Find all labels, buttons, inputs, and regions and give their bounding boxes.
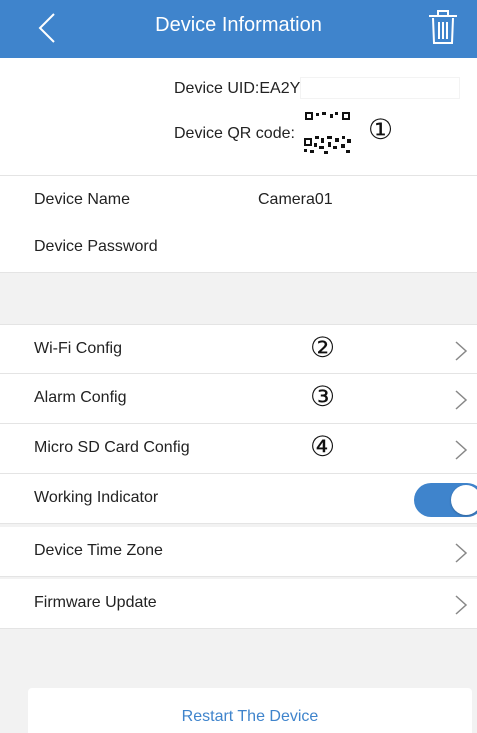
device-uid-label: Device UID:EA2Y: [174, 80, 301, 97]
chevron-right-icon[interactable]: [453, 339, 469, 363]
chevron-right-icon[interactable]: [453, 541, 469, 565]
device-name-value: Camera01: [258, 191, 333, 208]
device-time-zone-label: Device Time Zone: [34, 542, 163, 559]
firmware-update-label: Firmware Update: [34, 594, 157, 611]
sd-card-config-row[interactable]: Micro SD Card Config ④: [0, 424, 477, 474]
working-indicator-toggle[interactable]: [414, 483, 477, 517]
annotation-marker-1: ①: [368, 114, 394, 145]
device-password-row[interactable]: Device Password: [0, 223, 477, 273]
annotation-marker-4: ④: [310, 431, 336, 462]
chevron-right-icon[interactable]: [453, 438, 469, 462]
device-qr-label: Device QR code:: [174, 125, 295, 142]
chevron-right-icon[interactable]: [453, 593, 469, 617]
annotation-marker-2: ②: [310, 332, 336, 363]
sd-card-config-label: Micro SD Card Config: [34, 439, 190, 456]
chevron-right-icon[interactable]: [453, 388, 469, 412]
device-name-row[interactable]: Device Name Camera01: [0, 175, 477, 225]
device-uid-value: [300, 77, 460, 99]
device-info-panel: Device UID:EA2Y Device QR code: ①: [0, 58, 477, 175]
page-title: Device Information: [155, 14, 322, 36]
qr-code-image: [302, 108, 354, 158]
wifi-config-row[interactable]: Wi-Fi Config ②: [0, 324, 477, 374]
device-password-label: Device Password: [34, 238, 158, 255]
working-indicator-label: Working Indicator: [34, 489, 159, 506]
restart-device-button[interactable]: Restart The Device: [28, 688, 472, 733]
toggle-knob: [451, 485, 477, 515]
alarm-config-label: Alarm Config: [34, 389, 127, 406]
alarm-config-row[interactable]: Alarm Config ③: [0, 374, 477, 424]
working-indicator-row: Working Indicator: [0, 474, 477, 524]
trash-icon[interactable]: [426, 8, 460, 46]
wifi-config-label: Wi-Fi Config: [34, 340, 123, 357]
annotation-marker-3: ③: [310, 381, 336, 412]
firmware-update-row[interactable]: Firmware Update: [0, 579, 477, 629]
device-time-zone-row[interactable]: Device Time Zone: [0, 527, 477, 577]
header-bar: Device Information: [0, 0, 477, 58]
device-name-label: Device Name: [34, 191, 131, 208]
